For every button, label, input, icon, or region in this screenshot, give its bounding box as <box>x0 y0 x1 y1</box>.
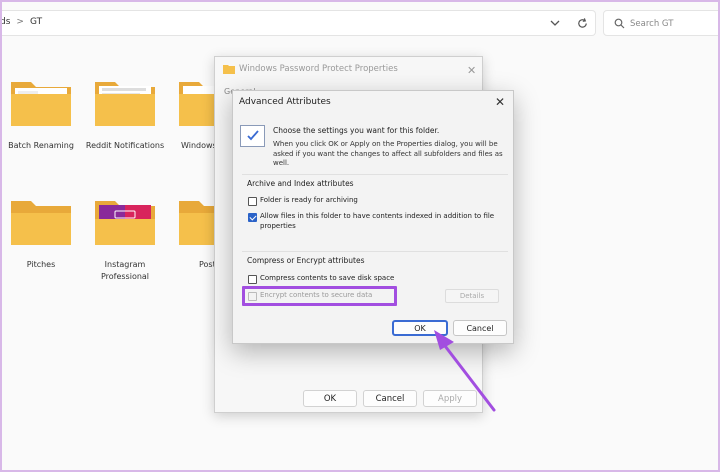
archiving-checkbox[interactable] <box>248 197 257 206</box>
breadcrumb-item-gt[interactable]: GT <box>30 17 42 27</box>
breadcrumb-item-downloads[interactable]: ds <box>0 17 10 27</box>
folder-label: Pitches <box>26 260 56 269</box>
folder-item-post[interactable]: Post <box>166 197 216 271</box>
folder-icon <box>223 65 235 74</box>
breadcrumb-separator-icon: > <box>16 17 24 27</box>
refresh-icon[interactable] <box>576 17 589 30</box>
compress-checkbox[interactable] <box>248 275 257 284</box>
checkbox-label: Allow files in this folder to have conte… <box>260 212 495 230</box>
advanced-attributes-dialog: Advanced Attributes ✕ Choose the setting… <box>232 90 514 344</box>
breadcrumb: ds > GT <box>0 17 42 27</box>
folder-icon <box>11 82 71 126</box>
checkbox-label: Folder is ready for archiving <box>260 196 358 204</box>
checkbox-label: Compress contents to save disk space <box>260 274 395 282</box>
chevron-down-icon[interactable] <box>549 17 561 29</box>
encrypt-option[interactable]: Encrypt contents to secure data <box>248 291 372 301</box>
indexing-option[interactable]: Allow files in this folder to have conte… <box>248 212 508 231</box>
properties-ok-button[interactable]: OK <box>303 390 357 407</box>
folder-icon <box>95 82 155 126</box>
folder-item-batch-renaming[interactable]: Batch Renaming <box>1 78 81 152</box>
properties-window-title: Windows Password Protect Properties <box>239 64 398 74</box>
properties-footer: OK Cancel Apply <box>215 387 482 413</box>
ok-button[interactable]: OK <box>392 320 448 336</box>
folder-label: Post <box>199 260 216 269</box>
search-input[interactable] <box>630 15 716 32</box>
folder-label: Instagram Professional <box>100 260 150 281</box>
group-title: Compress or Encrypt attributes <box>247 256 365 265</box>
group-title: Archive and Index attributes <box>247 179 354 188</box>
folder-label: Reddit Notifications <box>85 141 165 150</box>
search-box[interactable] <box>603 10 720 36</box>
details-button[interactable]: Details <box>445 289 499 303</box>
search-icon <box>614 18 625 29</box>
dialog-description: When you click OK or Apply on the Proper… <box>273 140 503 167</box>
archive-index-group: Archive and Index attributes <box>242 174 508 244</box>
folder-label: Windows <box>181 141 216 150</box>
checkbox-label: Encrypt contents to secure data <box>260 291 373 299</box>
archiving-option[interactable]: Folder is ready for archiving <box>248 196 358 206</box>
folder-icon <box>179 82 216 126</box>
encrypt-checkbox[interactable] <box>248 292 257 301</box>
info-checkmark-icon <box>240 125 265 147</box>
folder-icon <box>11 201 71 245</box>
folder-item-instagram-professional[interactable]: Instagram Professional <box>85 197 165 282</box>
folder-icon <box>95 201 155 245</box>
cancel-button[interactable]: Cancel <box>453 320 507 336</box>
folder-item-windows[interactable]: Windows <box>166 78 216 152</box>
folder-item-reddit-notifications[interactable]: Reddit Notifications <box>85 78 165 152</box>
address-bar[interactable]: ds > GT <box>0 10 596 36</box>
indexing-checkbox[interactable] <box>248 213 257 222</box>
folder-item-pitches[interactable]: Pitches <box>1 197 81 271</box>
folder-icon <box>179 201 216 245</box>
dialog-title: Advanced Attributes <box>239 97 331 107</box>
properties-apply-button[interactable]: Apply <box>423 390 477 407</box>
compress-option[interactable]: Compress contents to save disk space <box>248 274 394 284</box>
dialog-heading: Choose the settings you want for this fo… <box>273 126 440 135</box>
properties-cancel-button[interactable]: Cancel <box>363 390 417 407</box>
close-icon[interactable]: ✕ <box>467 64 476 77</box>
close-icon[interactable]: ✕ <box>495 95 505 109</box>
folder-label: Batch Renaming <box>8 141 74 150</box>
